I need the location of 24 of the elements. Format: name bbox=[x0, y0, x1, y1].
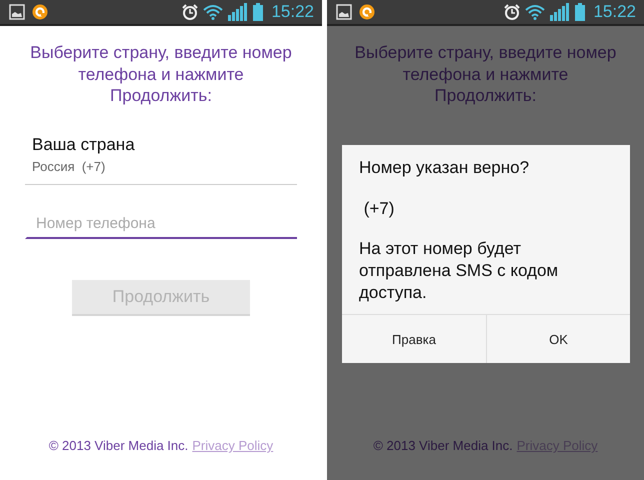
battery-icon bbox=[253, 3, 264, 21]
wifi-icon bbox=[525, 4, 546, 20]
dialog-title: Номер указан верно? bbox=[358, 157, 530, 178]
image-icon bbox=[336, 4, 352, 20]
ring-icon bbox=[359, 4, 375, 20]
signal-icon bbox=[228, 3, 248, 21]
country-value: Россия (+7) bbox=[32, 158, 106, 174]
image-icon bbox=[9, 4, 25, 20]
ring-icon bbox=[32, 4, 48, 20]
clock-time: 15:22 bbox=[271, 2, 314, 22]
dialog-message: На этот номер будет отправлена SMS с кодом доступа. bbox=[358, 238, 560, 304]
instruction-text: Выберите страну, введите номер телефона и нажмите Продолжить: bbox=[29, 42, 293, 106]
country-label[interactable]: Ваша страна bbox=[32, 134, 135, 154]
instruction-text: Выберите страну, введите номер телефона и нажмите Продолжить: bbox=[354, 42, 618, 106]
wifi-icon bbox=[203, 4, 224, 20]
battery-icon bbox=[575, 3, 586, 21]
alarm-clock-icon bbox=[504, 4, 520, 20]
copyright-text: © 2013 Viber Media Inc. bbox=[48, 438, 188, 453]
phone-number-text: (+7) bbox=[362, 198, 396, 219]
phone-input-field[interactable]: Номер телефона bbox=[25, 210, 297, 238]
clock-time: 15:22 bbox=[593, 2, 636, 22]
signal-icon bbox=[550, 3, 570, 21]
alarm-clock-icon bbox=[182, 4, 198, 20]
copyright-text: © 2013 Viber Media Inc. bbox=[373, 438, 513, 453]
